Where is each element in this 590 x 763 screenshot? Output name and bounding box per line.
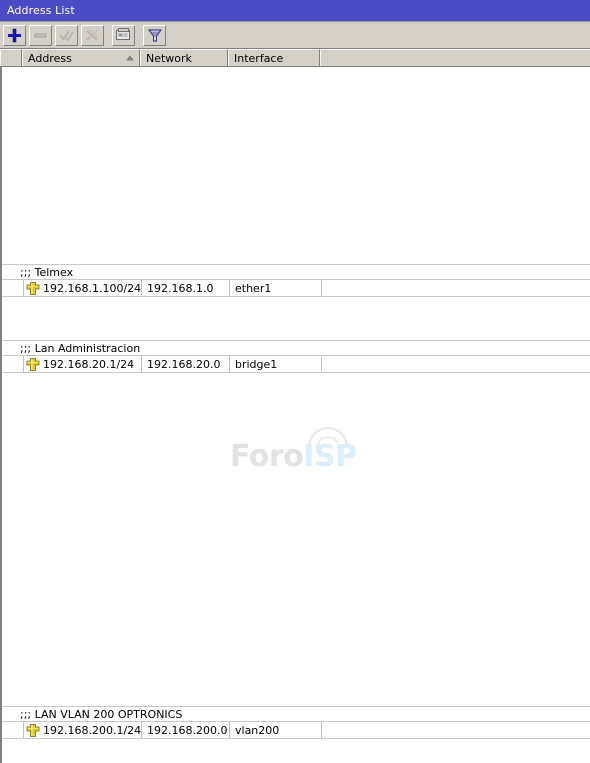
cell-network[interactable]: 192.168.20.0 xyxy=(142,356,230,372)
window-title: Address List xyxy=(7,4,75,17)
check-icon xyxy=(59,28,74,43)
minus-icon xyxy=(33,28,48,43)
window-titlebar[interactable]: Address List xyxy=(0,0,590,22)
disable-button[interactable] xyxy=(81,24,104,46)
cross-icon xyxy=(85,28,100,43)
column-header-network-label: Network xyxy=(146,51,192,65)
cell-network[interactable]: 192.168.200.0 xyxy=(142,722,230,738)
cell-address[interactable]: 192.168.200.1/24 xyxy=(24,722,142,738)
cell-network[interactable]: 192.168.1.0 xyxy=(142,280,230,296)
filter-button[interactable] xyxy=(143,24,166,46)
comment-text: ;;; LAN VLAN 200 OPTRONICS xyxy=(20,707,183,721)
comment-text: ;;; Telmex xyxy=(20,265,74,279)
row-flag-cell xyxy=(2,356,24,372)
toolbar xyxy=(0,22,590,49)
table-row[interactable]: 192.168.1.100/24 192.168.1.0 ether1 xyxy=(2,280,590,297)
cell-address[interactable]: 192.168.1.100/24 xyxy=(24,280,142,296)
column-header-address[interactable]: Address xyxy=(22,49,140,66)
cell-address[interactable]: 192.168.20.1/24 xyxy=(24,356,142,372)
table-empty-area-2 xyxy=(2,373,590,706)
enable-button[interactable] xyxy=(55,24,78,46)
table-empty-area-bottom xyxy=(2,739,590,763)
address-list-table[interactable]: ;;; Telmex 192.168.1.100/24 192.168.1.0 xyxy=(0,67,590,763)
table-empty-area-top xyxy=(2,67,590,264)
row-flag-cell xyxy=(2,722,24,738)
cell-address-text: 192.168.200.1/24 xyxy=(43,723,142,737)
remove-button[interactable] xyxy=(29,24,52,46)
column-header-network[interactable]: Network xyxy=(140,49,228,66)
table-row[interactable]: 192.168.200.1/24 192.168.200.0 vlan200 xyxy=(2,722,590,739)
table-empty-area-1 xyxy=(2,297,590,340)
cell-blank xyxy=(322,356,590,372)
row-flag-cell xyxy=(2,280,24,296)
address-entry-icon xyxy=(26,281,40,295)
column-header-gutter[interactable] xyxy=(0,49,22,66)
sort-ascending-icon xyxy=(126,55,134,61)
cell-blank xyxy=(322,722,590,738)
cell-interface[interactable]: ether1 xyxy=(230,280,322,296)
comment-row[interactable]: ;;; LAN VLAN 200 OPTRONICS xyxy=(2,706,590,722)
column-header-address-label: Address xyxy=(28,51,72,65)
comment-row[interactable]: ;;; Lan Administracion xyxy=(2,340,590,356)
add-button[interactable] xyxy=(3,24,26,46)
cell-blank xyxy=(322,280,590,296)
comment-icon xyxy=(116,28,131,42)
cell-network-text: 192.168.1.0 xyxy=(147,281,214,295)
cell-address-text: 192.168.20.1/24 xyxy=(43,357,135,371)
address-entry-icon xyxy=(26,357,40,371)
column-header-interface[interactable]: Interface xyxy=(228,49,320,66)
comment-row[interactable]: ;;; Telmex xyxy=(2,264,590,280)
cell-interface[interactable]: bridge1 xyxy=(230,356,322,372)
address-list-window: Address List Address Network Interface ;… xyxy=(0,0,590,763)
cell-network-text: 192.168.20.0 xyxy=(147,357,221,371)
comment-button[interactable] xyxy=(112,24,135,46)
filter-funnel-icon xyxy=(147,28,162,43)
plus-icon xyxy=(7,28,22,43)
column-header-interface-label: Interface xyxy=(234,51,284,65)
cell-address-text: 192.168.1.100/24 xyxy=(43,281,142,295)
table-header-row: Address Network Interface xyxy=(0,49,590,67)
cell-interface-text: vlan200 xyxy=(235,723,280,737)
address-entry-icon xyxy=(26,723,40,737)
cell-interface[interactable]: vlan200 xyxy=(230,722,322,738)
comment-text: ;;; Lan Administracion xyxy=(20,341,141,355)
table-row[interactable]: 192.168.20.1/24 192.168.20.0 bridge1 xyxy=(2,356,590,373)
cell-network-text: 192.168.200.0 xyxy=(147,723,228,737)
cell-interface-text: bridge1 xyxy=(235,357,278,371)
column-header-blank[interactable] xyxy=(320,49,590,66)
cell-interface-text: ether1 xyxy=(235,281,272,295)
